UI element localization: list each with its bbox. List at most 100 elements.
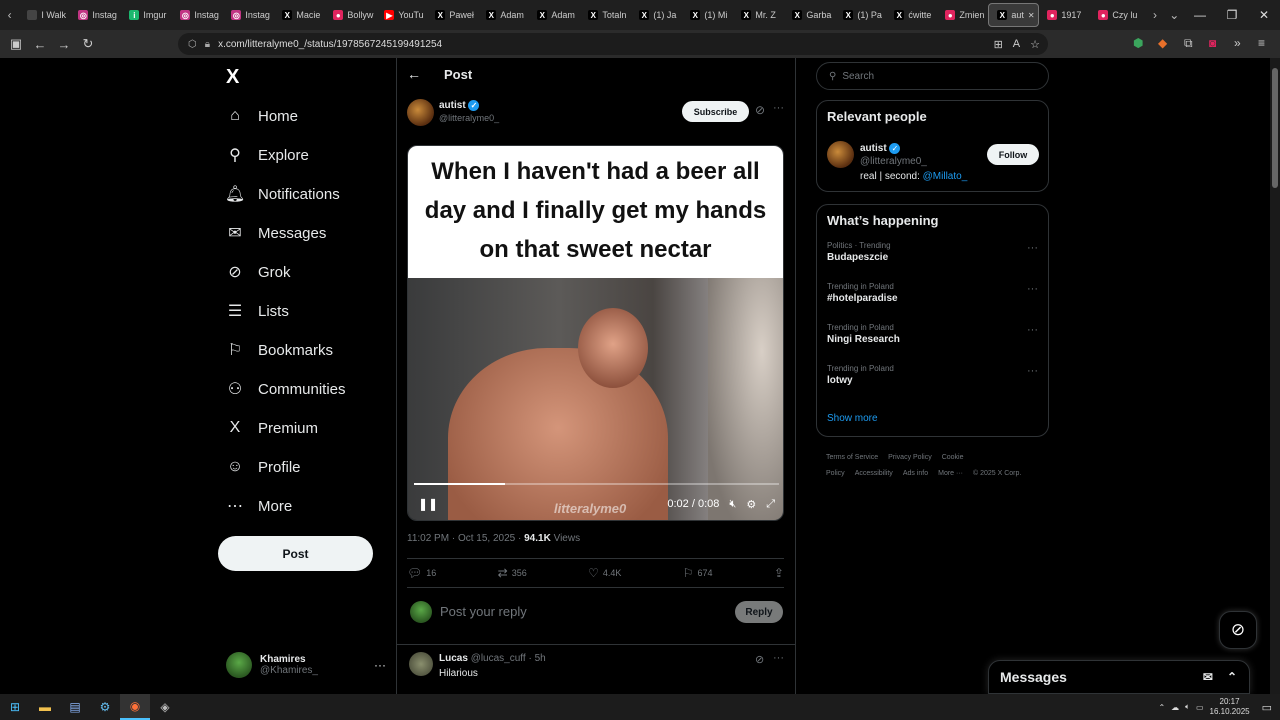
- browser-tab[interactable]: ● Zmien: [937, 0, 988, 30]
- browser-tab[interactable]: X Macie: [274, 0, 325, 30]
- nav-item-home[interactable]: ⌂ Home: [226, 104, 298, 128]
- fox-extension-icon[interactable]: ◆: [1158, 36, 1167, 50]
- favorite-star-icon[interactable]: ☆: [1030, 38, 1040, 51]
- trend-more-icon[interactable]: ···: [1027, 324, 1038, 336]
- browser-tab[interactable]: X Garba: [784, 0, 835, 30]
- author-info[interactable]: autist ✓ @litteralyme0_: [439, 100, 499, 123]
- nav-item-grok[interactable]: ⊘ Grok: [226, 260, 290, 284]
- reply-button[interactable]: Reply: [735, 601, 783, 623]
- trend-item[interactable]: Trending in Poland Ningi Research ···: [817, 318, 1048, 359]
- new-message-icon[interactable]: ✉: [1203, 670, 1213, 684]
- notification-extension-icon[interactable]: ◙: [1209, 36, 1216, 50]
- video-settings-icon[interactable]: ⚙: [746, 498, 756, 511]
- grok-fab-icon[interactable]: ⊘: [1219, 611, 1257, 649]
- browser-tab[interactable]: ▶ YouTu: [376, 0, 427, 30]
- reload-icon[interactable]: ↻: [76, 36, 100, 52]
- author-name[interactable]: autist: [439, 100, 466, 111]
- x-logo-icon[interactable]: X: [226, 66, 239, 89]
- notifications-icon[interactable]: ▭: [1262, 701, 1272, 714]
- browser-tab[interactable]: ● Bollyw: [325, 0, 376, 30]
- post-button[interactable]: Post: [218, 536, 373, 571]
- reply-author-name[interactable]: Lucas: [439, 653, 468, 664]
- vpn-extension-icon[interactable]: ⬢: [1133, 36, 1143, 50]
- browser-tab[interactable]: ● Czy lu: [1090, 0, 1141, 30]
- tray-chevron-icon[interactable]: ⌃: [1158, 703, 1165, 712]
- footer-link[interactable]: Terms of Service: [826, 454, 878, 461]
- pause-icon[interactable]: ❚❚: [418, 497, 438, 511]
- nav-item-notifications[interactable]: 🔔︎ Notifications: [225, 182, 340, 206]
- browser-tab[interactable]: Xćwittе: [886, 0, 937, 30]
- footer-link[interactable]: Privacy Policy: [888, 454, 932, 461]
- browser-tab[interactable]: X (1) Pa: [835, 0, 886, 30]
- volume-icon[interactable]: 🔈︎: [1185, 702, 1190, 712]
- reply-grok-icon[interactable]: ⊘: [755, 653, 764, 666]
- browser-tab[interactable]: X Adam: [478, 0, 529, 30]
- minimize-icon[interactable]: —: [1184, 8, 1216, 22]
- browser-tab[interactable]: X Mr. Z: [733, 0, 784, 30]
- reply-tweet[interactable]: Lucas @lucas_cuff · 5h Hilarious ⊘ ···: [407, 652, 784, 694]
- file-explorer-icon[interactable]: ▬: [30, 694, 60, 720]
- browser-tab[interactable]: X Paweł: [427, 0, 478, 30]
- browser-tab[interactable]: ◎ Instag: [70, 0, 121, 30]
- browser-tab[interactable]: X Adam: [529, 0, 580, 30]
- show-more-link[interactable]: Show more: [827, 413, 878, 424]
- back-icon[interactable]: ←: [28, 37, 52, 52]
- nav-item-bookmarks[interactable]: ⚐ Bookmarks: [226, 338, 333, 362]
- reply-action[interactable]: 💬︎ 16: [407, 566, 436, 580]
- post-more-icon[interactable]: ···: [773, 102, 784, 114]
- like-action[interactable]: ♡ 4.4K: [588, 566, 621, 580]
- clock[interactable]: 20:17 16.10.2025: [1210, 697, 1250, 717]
- footer-link[interactable]: More ···: [938, 470, 963, 477]
- trend-more-icon[interactable]: ···: [1027, 365, 1038, 377]
- author-handle[interactable]: @litteralyme0_: [439, 113, 499, 123]
- steam-icon[interactable]: ⚙: [90, 694, 120, 720]
- nav-item-communities[interactable]: ⚇ Communities: [226, 377, 346, 401]
- nav-item-more[interactable]: ⋯ More: [226, 494, 292, 518]
- url-text[interactable]: x.com/litteralyme0_/status/1978567245199…: [218, 39, 442, 50]
- browser-menu-icon[interactable]: ≡: [1258, 36, 1265, 50]
- browser-tab[interactable]: X (1) Ja: [631, 0, 682, 30]
- expand-drawer-icon[interactable]: ⌃: [1227, 670, 1237, 684]
- nav-item-lists[interactable]: ☰ Lists: [226, 299, 289, 323]
- footer-link[interactable]: Ads info: [903, 470, 928, 477]
- more-tools-icon[interactable]: »: [1234, 36, 1241, 50]
- install-app-icon[interactable]: ⊞: [994, 38, 1003, 51]
- browser-tab[interactable]: ● 1917: [1039, 0, 1090, 30]
- close-window-icon[interactable]: ✕: [1248, 8, 1280, 22]
- bio-mention-link[interactable]: @Millato_: [923, 171, 968, 182]
- reply-more-icon[interactable]: ···: [773, 652, 784, 664]
- restore-icon[interactable]: ❐: [1216, 8, 1248, 22]
- tab-list-chevron-icon[interactable]: ⌄: [1165, 8, 1184, 22]
- lock-icon[interactable]: 🔒︎: [205, 39, 210, 50]
- relevant-person-avatar[interactable]: [827, 141, 854, 168]
- nav-item-messages[interactable]: ✉ Messages: [226, 221, 326, 245]
- fullscreen-icon[interactable]: ⤢: [766, 498, 775, 511]
- app-icon[interactable]: ▤: [60, 694, 90, 720]
- tab-scroll-right-icon[interactable]: ›: [1145, 8, 1164, 22]
- share-icon[interactable]: ⇪: [774, 566, 784, 580]
- trend-item[interactable]: Trending in Poland lotwy ···: [817, 359, 1048, 400]
- windows-start-icon[interactable]: ⊞: [0, 694, 30, 720]
- browser-tab[interactable]: X (1) Mi: [682, 0, 733, 30]
- trend-more-icon[interactable]: ···: [1027, 283, 1038, 295]
- scrollbar-thumb[interactable]: [1272, 68, 1278, 188]
- repost-action[interactable]: ⇄ 356: [498, 566, 527, 580]
- post-timestamp[interactable]: 11:02 PM · Oct 15, 2025 ·: [407, 533, 524, 544]
- video-progress-bar[interactable]: [414, 483, 779, 485]
- nav-item-explore[interactable]: ⚲ Explore: [226, 143, 309, 167]
- extensions-icon[interactable]: ⧉: [1184, 36, 1193, 51]
- trend-item[interactable]: Politics · Trending Budapeszcie ···: [817, 236, 1048, 277]
- reply-author-handle[interactable]: @lucas_cuff · 5h: [471, 653, 546, 664]
- nav-item-profile[interactable]: ☺ Profile: [226, 455, 301, 479]
- post-video[interactable]: When I haven't had a beer all day and I …: [407, 145, 784, 521]
- follow-button[interactable]: Follow: [987, 144, 1039, 165]
- relevant-person-handle[interactable]: @litteralyme0_: [860, 156, 967, 167]
- trend-more-icon[interactable]: ···: [1027, 242, 1038, 254]
- firefox-icon[interactable]: ◉: [120, 694, 150, 720]
- browser-tab[interactable]: X Totaln: [580, 0, 631, 30]
- grok-explain-icon[interactable]: ⊘: [755, 103, 765, 117]
- account-switcher[interactable]: Khamires @Khamires_ ···: [226, 648, 386, 682]
- page-scrollbar[interactable]: [1270, 58, 1280, 694]
- cloud-icon[interactable]: ☁: [1171, 703, 1179, 712]
- address-bar[interactable]: ⬡ 🔒︎ x.com/litteralyme0_/status/19785672…: [178, 33, 1048, 55]
